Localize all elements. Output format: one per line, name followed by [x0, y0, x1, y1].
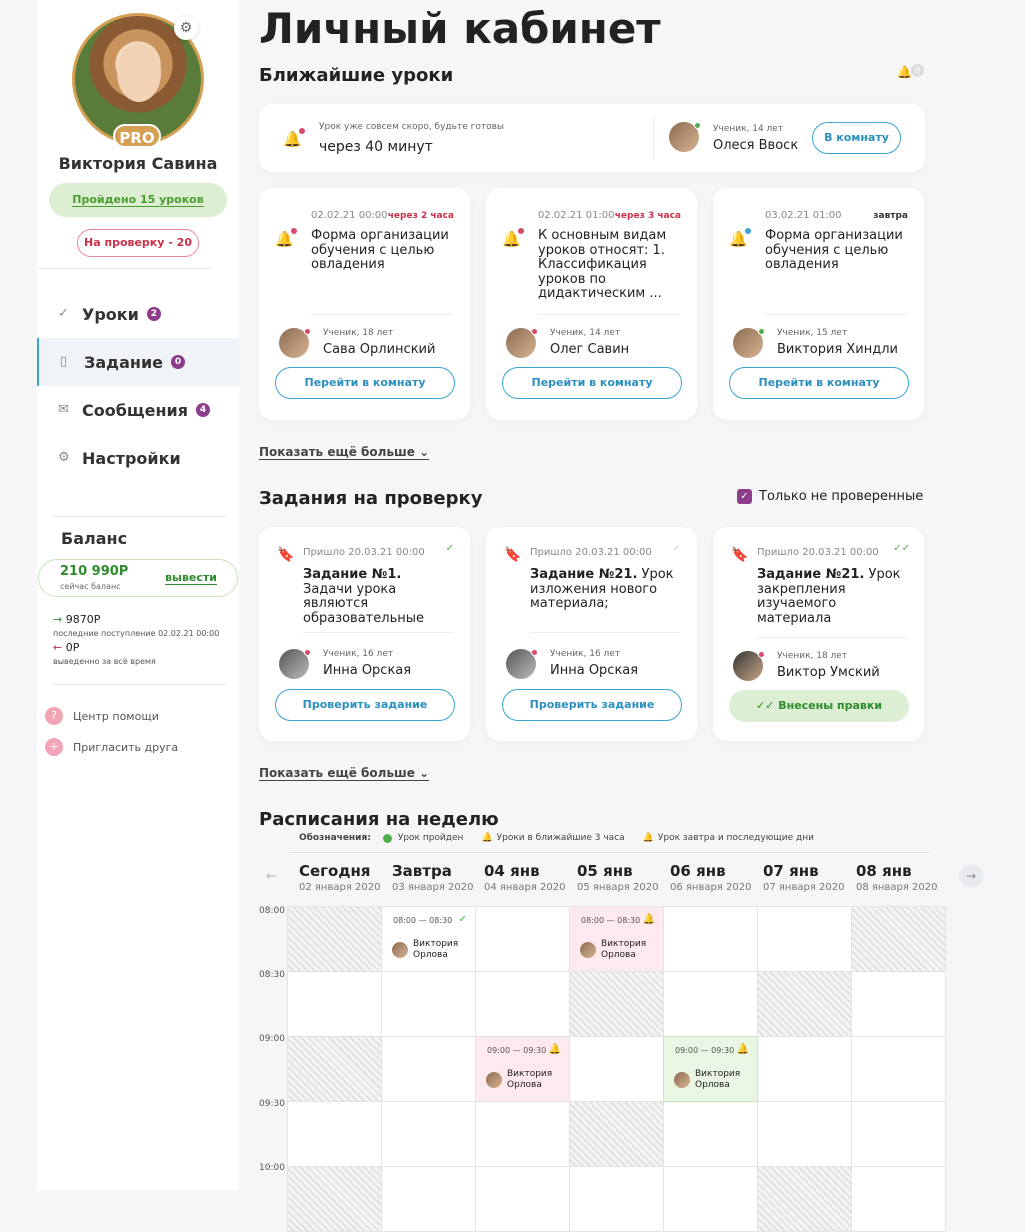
- sidebar-item-lessons[interactable]: ✓ Уроки 2: [37, 290, 239, 338]
- invite-friend-label: Пригласить друга: [73, 740, 179, 754]
- lesson-card: 03.02.21 01:00 завтра 🔔 Форма организаци…: [713, 188, 924, 420]
- withdraw-button[interactable]: вывести: [165, 571, 217, 585]
- lesson-tag: через 2 часа: [387, 211, 454, 221]
- lesson-topic: К основным видам уроков относят: 1. Клас…: [538, 228, 667, 301]
- student-name: Виктория Хиндли: [777, 342, 898, 357]
- sidebar-item-tasks[interactable]: ▯ Задание 0: [37, 338, 239, 386]
- withdrawn-total: ← 0Р: [53, 641, 79, 654]
- balance-note: сейчас баланс: [60, 582, 121, 591]
- count-badge: 0: [171, 355, 185, 369]
- bell-icon: 🔔: [275, 228, 297, 248]
- gear-icon: ⚙: [58, 450, 70, 465]
- bell-icon[interactable]: 🔔: [897, 65, 912, 79]
- avatar: [506, 328, 538, 358]
- lesson-card: 02.02.21 01:00 через 3 часа 🔔 К основным…: [486, 188, 697, 420]
- sidebar-item-messages[interactable]: ✉ Сообщения 4: [37, 386, 239, 434]
- count-badge: 4: [195, 403, 210, 417]
- sidebar: PRO ⚙ Виктория Савина Пройдено 15 уроков…: [37, 0, 239, 1190]
- divider: [37, 268, 213, 269]
- student-age: Ученик, 14 лет: [713, 124, 784, 134]
- arrow-left-icon: ←: [53, 641, 66, 654]
- chevron-down-icon: ⌄: [419, 445, 430, 459]
- next-lesson-card: 🔔 Урок уже совсем скоро, будьте готовы ч…: [259, 104, 925, 172]
- bell-icon: 🔔: [729, 228, 751, 248]
- sidebar-item-label: Уроки: [82, 304, 139, 324]
- invite-friend-link[interactable]: + Пригласить друга: [45, 738, 178, 756]
- student-age: Ученик, 18 лет: [323, 328, 394, 338]
- divider: [51, 684, 227, 685]
- last-income: → 9870Р: [53, 613, 100, 626]
- withdrawn-note: выведенно за всё время: [53, 657, 156, 666]
- check-circle-icon: ✓: [58, 306, 69, 321]
- mail-icon: ✉: [58, 402, 69, 417]
- show-more-label: Показать ещё больше: [259, 766, 415, 780]
- lessons-done-badge[interactable]: Пройдено 15 уроков: [49, 183, 227, 217]
- document-icon: ▯: [60, 354, 68, 369]
- go-to-room-button[interactable]: Перейти в комнату: [502, 367, 682, 399]
- show-more-label: Показать ещё больше: [259, 445, 415, 459]
- question-icon: ?: [45, 707, 63, 725]
- lesson-date: 02.02.21 00:00: [311, 210, 388, 221]
- last-income-value: 9870Р: [65, 613, 101, 626]
- lessons-done-label: Пройдено 15 уроков: [72, 193, 204, 207]
- balance-box: 210 990Р сейчас баланс вывести: [38, 559, 238, 597]
- user-name: Виктория Савина: [58, 154, 218, 173]
- withdrawn-value: 0Р: [65, 641, 80, 654]
- lesson-tag: через 3 часа: [614, 211, 681, 221]
- bell-icon: 🔔: [283, 128, 305, 148]
- help-center-label: Центр помощи: [73, 709, 159, 723]
- avatar: [669, 122, 701, 152]
- plus-icon: +: [45, 738, 63, 756]
- lesson-topic: Форма организации обучения с целью овлад…: [765, 228, 903, 272]
- student-name: Олеся Ввоск: [713, 138, 799, 153]
- go-to-room-button[interactable]: Перейти в комнату: [275, 367, 455, 399]
- balance-amount: 210 990Р: [60, 564, 129, 579]
- bell-icon: 🔔: [502, 228, 524, 248]
- next-lesson-hint: Урок уже совсем скоро, будьте готовы: [319, 122, 504, 132]
- sidebar-item-settings[interactable]: ⚙ Настройки: [37, 434, 239, 482]
- divider: [653, 116, 654, 160]
- lesson-card: 02.02.21 00:00 через 2 часа 🔔 Форма орга…: [259, 188, 470, 420]
- sidebar-item-label: Настройки: [82, 448, 181, 468]
- avatar: [279, 328, 311, 358]
- page-title: Личный кабинет: [259, 4, 661, 53]
- next-lesson-time: через 40 минут: [319, 139, 433, 155]
- sidebar-item-label: Задание: [84, 352, 163, 372]
- notification-count: 0: [911, 64, 924, 77]
- chevron-down-icon: ⌄: [419, 766, 430, 780]
- main-content: Личный кабинет Ближайшие уроки 🔔 0 🔔 Уро…: [259, 0, 1025, 1190]
- upcoming-title: Ближайшие уроки: [259, 65, 454, 86]
- arrow-right-icon: →: [53, 613, 66, 626]
- divider: [311, 314, 453, 315]
- lesson-tag: завтра: [873, 211, 908, 221]
- last-income-note: последние поступление 02.02.21 00:00: [53, 629, 220, 638]
- pro-badge: PRO: [113, 124, 161, 148]
- show-more-lessons-link[interactable]: Показать ещё больше ⌄: [259, 445, 430, 460]
- sidebar-item-label: Сообщения: [82, 400, 188, 420]
- student-age: Ученик, 14 лет: [550, 328, 621, 338]
- count-badge: 2: [146, 307, 161, 321]
- gear-icon[interactable]: ⚙: [174, 16, 198, 40]
- enter-room-button[interactable]: В комнату: [812, 122, 901, 154]
- avatar: [733, 328, 765, 358]
- review-count-button[interactable]: На проверку - 20: [77, 229, 199, 257]
- divider: [765, 314, 907, 315]
- go-to-room-button[interactable]: Перейти в комнату: [729, 367, 909, 399]
- lesson-date: 03.02.21 01:00: [765, 210, 842, 221]
- student-name: Сава Орлинский: [323, 342, 436, 357]
- divider: [51, 516, 227, 517]
- show-more-tasks-link[interactable]: Показать ещё больше ⌄: [259, 766, 430, 781]
- lesson-topic: Форма организации обучения с целью овлад…: [311, 228, 449, 272]
- student-name: Олег Савин: [550, 342, 630, 357]
- balance-title: Баланс: [61, 529, 128, 548]
- help-center-link[interactable]: ? Центр помощи: [45, 707, 159, 725]
- lesson-date: 02.02.21 01:00: [538, 210, 615, 221]
- divider: [538, 314, 680, 315]
- student-age: Ученик, 15 лет: [777, 328, 848, 338]
